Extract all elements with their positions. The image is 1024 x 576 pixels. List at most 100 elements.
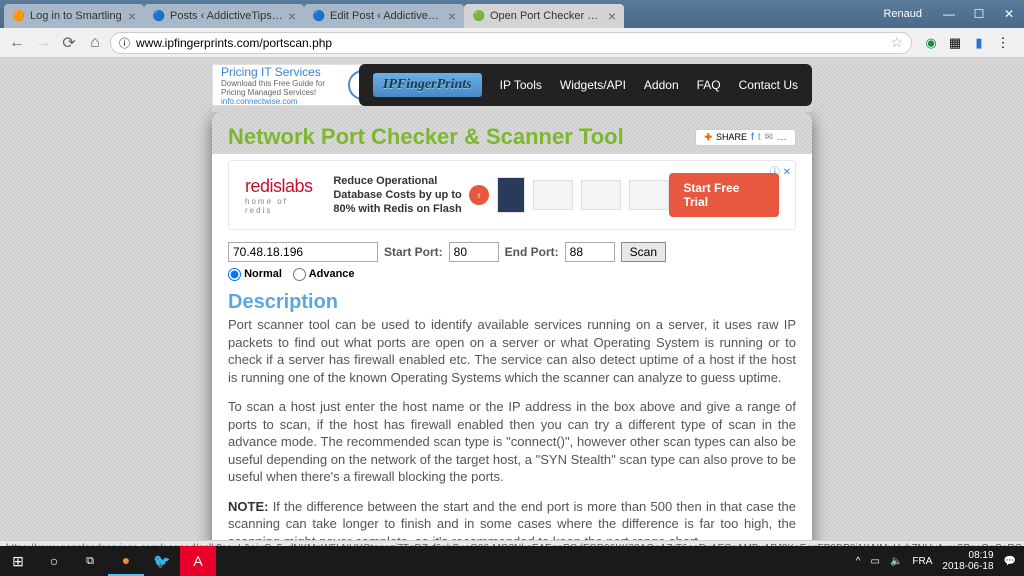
close-window-button[interactable]: ✕	[994, 4, 1024, 24]
diagram-node	[629, 180, 669, 210]
page-viewport: Pricing IT Services Download this Free G…	[0, 58, 1024, 558]
home-button[interactable]: ⌂	[84, 32, 106, 54]
extension-icon[interactable]: ▦	[946, 34, 964, 52]
extension-icon[interactable]: ◉	[922, 34, 940, 52]
ad-diagram: r	[469, 177, 669, 213]
site-info-icon[interactable]: ⓘ	[119, 35, 130, 51]
content-container: Network Port Checker & Scanner Tool ✚ SH…	[212, 112, 812, 558]
diagram-node	[497, 177, 525, 213]
clock[interactable]: 08:19 2018-06-18	[942, 550, 993, 572]
ad-text: Pricing IT Services Download this Free G…	[221, 65, 348, 106]
tab-title: Posts ‹ AddictiveTips — ...	[170, 10, 284, 22]
twitter-icon: t	[758, 132, 761, 143]
end-port-input[interactable]	[565, 242, 615, 262]
ad-domain: info.connectwise.com	[221, 97, 348, 106]
favicon-icon: 🔵	[312, 9, 326, 23]
bookmark-icon[interactable]: ☆	[890, 34, 903, 51]
start-free-trial-button[interactable]: Start Free Trial	[669, 173, 779, 217]
tab-title: Edit Post ‹ AddictiveTips	[330, 10, 444, 22]
ad-brand: redislabs home of redis	[245, 176, 317, 215]
advance-label: Advance	[309, 268, 355, 280]
scan-button[interactable]: Scan	[621, 242, 666, 262]
reload-button[interactable]: ⟳	[58, 32, 80, 54]
favicon-icon: 🟠	[12, 9, 26, 23]
clock-date: 2018-06-18	[942, 561, 993, 572]
browser-tab-4-active[interactable]: 🟢 Open Port Checker & Sc... ×	[464, 4, 624, 28]
favicon-icon: 🔵	[152, 9, 166, 23]
redislabs-tagline: home of redis	[245, 197, 317, 215]
tab-strip: 🟠 Log in to Smartling × 🔵 Posts ‹ Addict…	[0, 0, 871, 28]
nav-faq[interactable]: FAQ	[697, 78, 721, 92]
diagram-node	[581, 180, 621, 210]
email-icon: ✉	[765, 132, 773, 143]
extension-icon[interactable]: ▮	[970, 34, 988, 52]
language-indicator[interactable]: FRA	[912, 556, 932, 567]
nav-ip-tools[interactable]: IP Tools	[500, 78, 542, 92]
end-port-label: End Port:	[505, 245, 559, 259]
back-button[interactable]: ←	[6, 32, 28, 54]
share-button[interactable]: ✚ SHARE f t ✉ …	[695, 129, 796, 146]
normal-label: Normal	[244, 268, 282, 280]
maximize-button[interactable]: ☐	[964, 4, 994, 24]
scan-form: Start Port: End Port: Scan	[212, 236, 812, 268]
ip-input[interactable]	[228, 242, 378, 262]
redis-node-icon: r	[469, 185, 489, 205]
site-logo[interactable]: IPFingerPrints	[373, 73, 482, 97]
url-input[interactable]	[136, 36, 890, 50]
browser-tab-3[interactable]: 🔵 Edit Post ‹ AddictiveTips ×	[304, 4, 464, 28]
action-center-icon[interactable]: 💬	[1004, 556, 1016, 567]
share-plus-icon: ✚	[704, 132, 712, 143]
advance-mode-radio[interactable]: Advance	[293, 268, 355, 280]
share-label: SHARE	[716, 132, 747, 142]
browser-tab-2[interactable]: 🔵 Posts ‹ AddictiveTips — ... ×	[144, 4, 304, 28]
windows-taskbar: ⊞ ○ ⧉ ● 🐦 A ^ ▭ 🔈 FRA 08:19 2018-06-18 💬	[0, 546, 1024, 576]
description-heading: Description	[228, 291, 796, 314]
ad-headline: Pricing IT Services	[221, 65, 348, 79]
ad-banner-redis[interactable]: redislabs home of redis Reduce Operation…	[228, 160, 796, 230]
extension-icons: ◉ ▦ ▮ ⋮	[916, 34, 1018, 52]
tray-battery-icon[interactable]: ▭	[870, 556, 879, 567]
browser-toolbar: ← → ⟳ ⌂ ⓘ ☆ ◉ ▦ ▮ ⋮	[0, 28, 1024, 58]
cortana-button[interactable]: ○	[36, 546, 72, 576]
description-paragraph-1: Port scanner tool can be used to identif…	[228, 316, 796, 386]
description-paragraph-2: To scan a host just enter the host name …	[228, 398, 796, 486]
forward-button[interactable]: →	[32, 32, 54, 54]
taskbar-app[interactable]: 🐦	[144, 546, 180, 576]
nav-contact[interactable]: Contact Us	[739, 78, 798, 92]
address-bar[interactable]: ⓘ ☆	[110, 32, 912, 54]
chrome-menu-icon[interactable]: ⋮	[994, 34, 1012, 52]
tab-title: Open Port Checker & Sc...	[490, 10, 604, 22]
minimize-button[interactable]: —	[934, 4, 964, 24]
close-icon[interactable]: ×	[608, 8, 616, 24]
clock-time: 08:19	[942, 550, 993, 561]
system-tray: ^ ▭ 🔈 FRA 08:19 2018-06-18 💬	[856, 550, 1024, 572]
tab-title: Log in to Smartling	[30, 10, 124, 22]
close-icon[interactable]: ×	[288, 8, 296, 24]
start-port-label: Start Port:	[384, 245, 443, 259]
ad-sub: Download this Free Guide for Pricing Man…	[221, 79, 325, 97]
close-icon[interactable]: ×	[448, 8, 456, 24]
taskbar-app[interactable]: A	[180, 546, 216, 576]
description-section: Description Port scanner tool can be use…	[212, 287, 812, 558]
window-titlebar: 🟠 Log in to Smartling × 🔵 Posts ‹ Addict…	[0, 0, 1024, 28]
close-icon[interactable]: ×	[128, 8, 136, 24]
redislabs-logo: redislabs	[245, 176, 317, 197]
nav-widgets-api[interactable]: Widgets/API	[560, 78, 626, 92]
ad-headline: Reduce Operational Database Costs by up …	[333, 174, 469, 217]
mode-row: Normal Advance	[212, 268, 812, 287]
tray-chevron-icon[interactable]: ^	[856, 556, 861, 567]
title-row: Network Port Checker & Scanner Tool ✚ SH…	[212, 112, 812, 154]
task-view-button[interactable]: ⧉	[72, 546, 108, 576]
page-title: Network Port Checker & Scanner Tool	[228, 124, 695, 150]
normal-mode-radio[interactable]: Normal	[228, 268, 282, 280]
tray-volume-icon[interactable]: 🔈	[890, 556, 902, 567]
site-navbar: IPFingerPrints IP Tools Widgets/API Addo…	[359, 64, 812, 106]
nav-addon[interactable]: Addon	[644, 78, 679, 92]
start-button[interactable]: ⊞	[0, 546, 36, 576]
taskbar-chrome[interactable]: ●	[108, 546, 144, 576]
start-port-input[interactable]	[449, 242, 499, 262]
browser-tab-1[interactable]: 🟠 Log in to Smartling ×	[4, 4, 144, 28]
note-label: NOTE:	[228, 499, 268, 514]
chrome-profile-name[interactable]: Renaud	[871, 8, 934, 20]
adchoices-icon[interactable]: ⓘ ✕	[770, 163, 791, 178]
